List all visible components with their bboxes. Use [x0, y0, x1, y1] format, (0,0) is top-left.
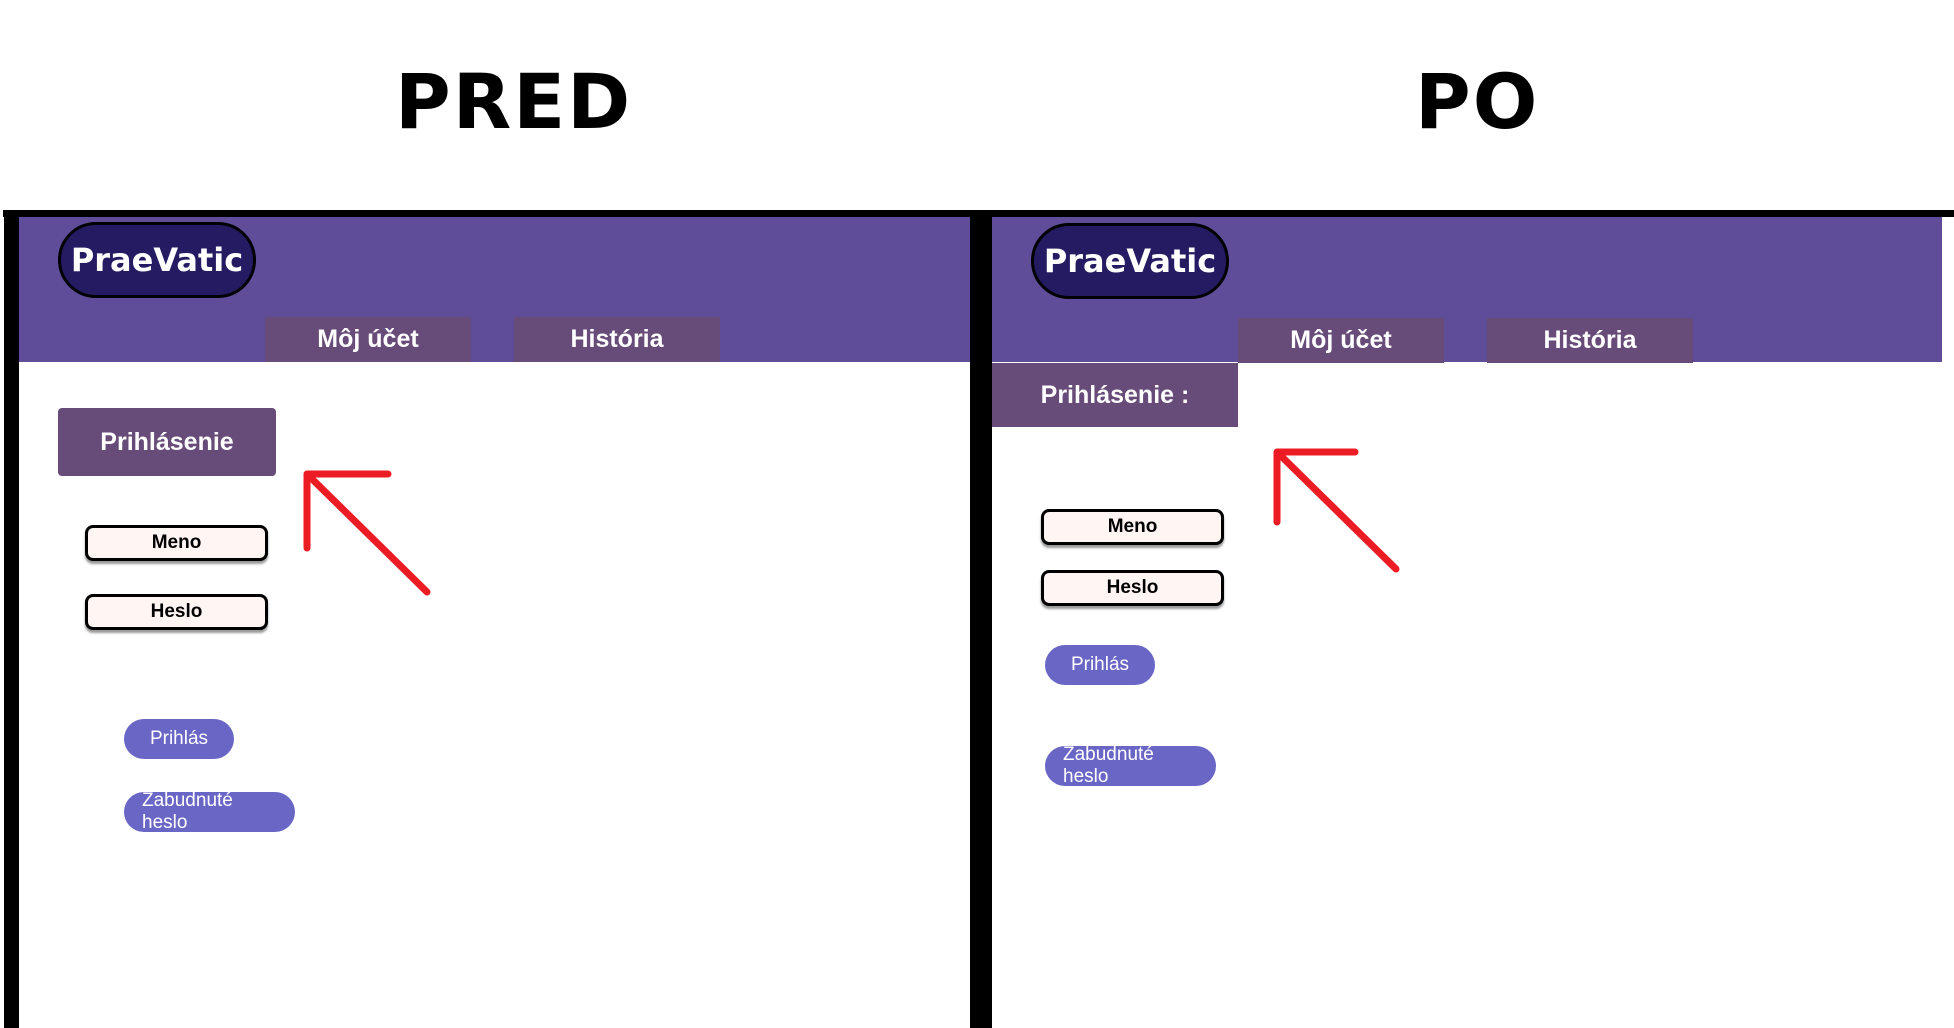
login-heading: Prihlásenie — [58, 408, 276, 476]
login-heading: Prihlásenie : — [992, 363, 1238, 427]
panel-before: PraeVatic Môj účet História Prihlásenie … — [19, 217, 970, 1028]
app-header: PraeVatic Môj účet História — [992, 217, 1942, 363]
forgot-password-button[interactable]: Zabudnuté heslo — [124, 790, 295, 833]
password-field[interactable]: Heslo — [1041, 570, 1224, 606]
frame-divider — [970, 210, 992, 1028]
name-field[interactable]: Meno — [1041, 509, 1224, 545]
arrow-up-left-icon — [1273, 448, 1400, 573]
frame-left-border — [4, 210, 19, 1028]
heading-after: PO — [1415, 57, 1540, 146]
app-logo[interactable]: PraeVatic — [58, 222, 256, 298]
tab-history[interactable]: História — [514, 317, 720, 362]
heading-before: PRED — [395, 57, 633, 146]
password-field[interactable]: Heslo — [85, 594, 268, 630]
tab-my-account[interactable]: Môj účet — [265, 317, 471, 362]
app-logo[interactable]: PraeVatic — [1031, 223, 1229, 299]
forgot-password-button[interactable]: Zabudnuté heslo — [1045, 744, 1216, 787]
login-button[interactable]: Prihlás — [124, 719, 234, 759]
tab-my-account[interactable]: Môj účet — [1238, 318, 1444, 363]
arrow-up-left-icon — [303, 470, 431, 596]
panel-after: PraeVatic Môj účet História Prihlásenie … — [992, 217, 1942, 1028]
tab-history[interactable]: História — [1487, 318, 1693, 363]
login-button[interactable]: Prihlás — [1045, 645, 1155, 685]
app-header: PraeVatic Môj účet História — [19, 217, 970, 362]
name-field[interactable]: Meno — [85, 525, 268, 561]
